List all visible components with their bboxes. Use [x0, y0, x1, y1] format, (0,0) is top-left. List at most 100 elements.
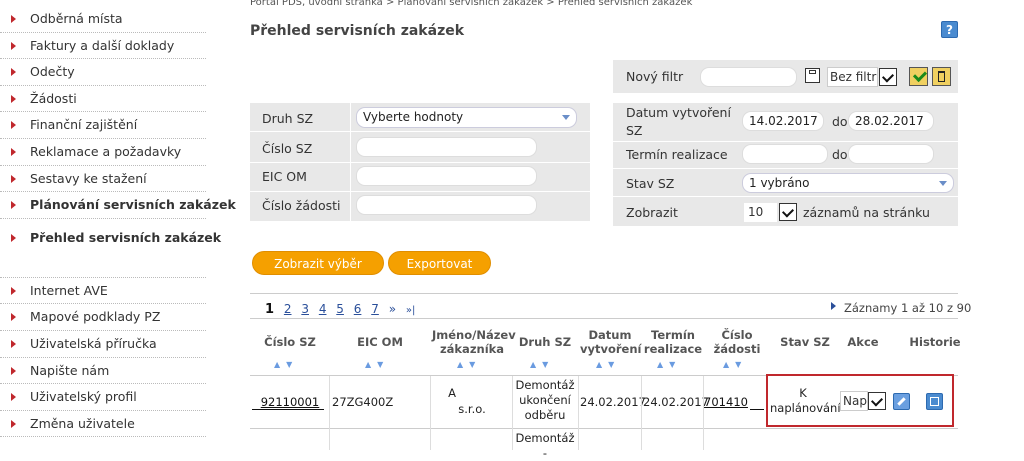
sort-arrows-icon[interactable]: ▲▼ — [365, 360, 389, 369]
save-icon[interactable] — [805, 68, 820, 83]
sidebar-item-label: Plánování servisních zakázek — [30, 197, 236, 213]
last-page-icon[interactable]: »| — [406, 305, 416, 316]
sidebar-item-planovani[interactable]: Plánování servisních zakázek — [0, 192, 236, 219]
sort-arrows-icon[interactable]: ▲▼ — [274, 360, 298, 369]
sidebar-item-internet-ave[interactable]: Internet AVE — [0, 278, 206, 305]
cislo-zadosti-label: Číslo žádosti — [262, 198, 341, 213]
check-mark — [912, 67, 928, 83]
zaznamu-label: záznamů na stránku — [803, 205, 930, 220]
page-link[interactable]: 7 — [371, 302, 379, 316]
sidebar-item-financni-zajisteni[interactable]: Finanční zajištění — [0, 112, 206, 139]
divider — [250, 318, 958, 319]
sidebar-item-reklamace[interactable]: Reklamace a požadavky — [0, 139, 206, 166]
cislo-sz-input[interactable] — [356, 137, 537, 157]
cislo-zadosti-input[interactable] — [356, 195, 537, 215]
col-header-cislo-sz[interactable]: Číslo SZ — [252, 335, 328, 349]
page-link[interactable]: 2 — [284, 302, 292, 316]
sort-arrows-icon[interactable]: ▲▼ — [657, 360, 681, 369]
sidebar-item-prehled[interactable]: Přehled servisních zakázek — [0, 219, 221, 257]
page-title: Přehled servisních zakázek — [250, 23, 465, 39]
sort-arrows-icon[interactable]: ▲▼ — [596, 360, 620, 369]
highlight-box — [766, 374, 954, 427]
col-header-datum[interactable]: Datum vytvoření — [580, 328, 642, 356]
arrow-icon — [11, 94, 16, 103]
sidebar-item-label: Finanční zajištění — [30, 117, 138, 133]
druh-sz-select[interactable]: Vyberte hodnoty — [356, 107, 577, 128]
col-header-cislo-zadosti[interactable]: Číslo žádosti — [713, 328, 761, 356]
sidebar-item-odecty[interactable]: Odečty — [0, 59, 206, 86]
arrow-icon — [11, 366, 16, 375]
sidebar-item-zmena-uzivatele[interactable]: Změna uživatele — [0, 411, 206, 438]
datum-from-input[interactable]: 14.02.2017 — [742, 111, 824, 131]
sidebar-item-label: Sestavy ke stažení — [30, 170, 147, 186]
arrow-icon — [11, 393, 16, 402]
cell-eic-om: 27ZG400Z — [332, 395, 394, 409]
col-header-eic-om[interactable]: EIC OM — [332, 335, 428, 349]
cell-datum: 24.02.2017 — [580, 395, 646, 409]
page-current: 1 — [265, 302, 275, 317]
page-size-select[interactable]: 10 — [744, 203, 777, 222]
sidebar-item-label: Reklamace a požadavky — [30, 143, 182, 159]
show-selection-button[interactable]: Zobrazit výběr — [252, 251, 384, 275]
save-icon-shutter — [809, 70, 816, 74]
next-page-icon[interactable]: » — [389, 302, 396, 316]
arrow-icon — [11, 313, 16, 322]
cell-druh-3: odběru — [524, 408, 566, 422]
col-separator — [703, 376, 704, 450]
sidebar-item-faktury[interactable]: Faktury a další doklady — [0, 33, 206, 60]
page-link[interactable]: 4 — [319, 302, 327, 316]
arrow-icon — [11, 419, 16, 428]
col-header-termin[interactable]: Termín realizace — [643, 328, 703, 356]
sidebar-item-mapove-podklady[interactable]: Mapové podklady PZ — [0, 304, 206, 331]
sidebar-item-label: Napište nám — [30, 362, 110, 378]
sidebar-item-sestavy[interactable]: Sestavy ke stažení — [0, 166, 206, 193]
page-link[interactable]: 5 — [336, 302, 344, 316]
sidebar-item-zadosti[interactable]: Žádosti — [0, 86, 206, 113]
delete-trash-icon[interactable] — [932, 67, 951, 86]
sort-arrows-icon[interactable]: ▲▼ — [530, 360, 554, 369]
sidebar-item-label: Faktury a další doklady — [30, 37, 175, 53]
export-button[interactable]: Exportovat — [388, 251, 491, 275]
cell-druh-2: ukončení — [519, 393, 571, 407]
new-filter-input[interactable] — [700, 67, 797, 87]
page-link[interactable]: 3 — [301, 302, 309, 316]
arrow-icon — [11, 15, 16, 23]
pagination: 1 2 3 4 5 6 7 » »| — [265, 302, 421, 317]
col-divider — [350, 103, 351, 221]
link-underline — [750, 409, 764, 410]
arrow-icon — [11, 339, 16, 348]
filter-select[interactable]: Bez filtru — [827, 67, 878, 87]
col-header-druh-sz[interactable]: Druh SZ — [515, 335, 575, 349]
sidebar-item-napiste-nam[interactable]: Napište nám — [0, 358, 206, 385]
arrow-icon — [11, 41, 16, 50]
stav-sz-select[interactable]: 1 vybráno — [742, 173, 954, 193]
termin-to-input[interactable] — [848, 144, 934, 164]
breadcrumb[interactable]: Portal PDS, úvodní stránka > Plánování s… — [250, 0, 692, 8]
cislo-zadosti-link[interactable]: 701410 — [704, 395, 748, 409]
sidebar-item-odberna-mista[interactable]: Odběrná místa — [0, 6, 206, 33]
sidebar-item-label: Odečty — [30, 64, 75, 80]
sort-arrows-icon[interactable]: ▲▼ — [723, 360, 747, 369]
apply-check-icon[interactable] — [909, 67, 928, 86]
row-divider — [250, 191, 590, 192]
page-link[interactable]: 6 — [354, 302, 362, 316]
termin-from-input[interactable] — [742, 144, 828, 164]
help-icon[interactable]: ? — [941, 21, 958, 38]
page-size-dropdown-icon[interactable] — [779, 203, 797, 221]
sidebar-item-prirucka[interactable]: Uživatelská příručka — [0, 331, 206, 358]
datum-to-input[interactable]: 28.02.2017 — [848, 111, 934, 131]
col-header-jmeno[interactable]: Jméno/Název zákazníka — [432, 328, 516, 356]
link-underline — [252, 409, 324, 410]
col-separator — [578, 376, 579, 450]
cell-cislo-sz[interactable]: 92110001 — [252, 395, 328, 410]
sort-arrows-icon[interactable]: ▲▼ — [457, 360, 481, 369]
sidebar-item-label: Internet AVE — [30, 282, 108, 298]
filter-dropdown-icon[interactable] — [879, 68, 897, 86]
do-label: do — [832, 114, 848, 129]
zobrazit-label: Zobrazit — [626, 205, 678, 220]
col-separator — [329, 376, 330, 450]
cell-cislo-zadosti[interactable]: 701410 — [704, 395, 748, 410]
cislo-sz-link[interactable]: 92110001 — [261, 395, 320, 409]
eic-om-input[interactable] — [356, 166, 537, 186]
sidebar-item-profil[interactable]: Uživatelský profil — [0, 384, 206, 411]
